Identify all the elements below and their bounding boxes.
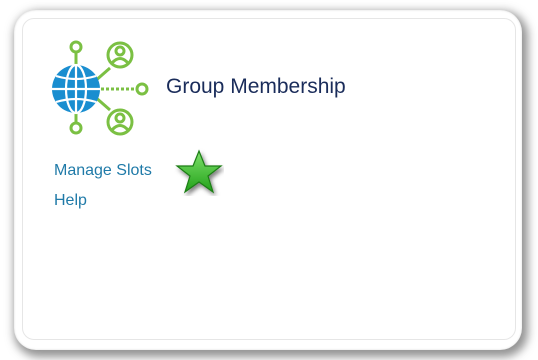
manage-slots-link[interactable]: Manage Slots <box>54 162 152 180</box>
group-network-icon <box>52 40 149 136</box>
help-link[interactable]: Help <box>54 192 87 210</box>
card-title: Group Membership <box>166 75 346 98</box>
star-icon <box>175 149 223 194</box>
